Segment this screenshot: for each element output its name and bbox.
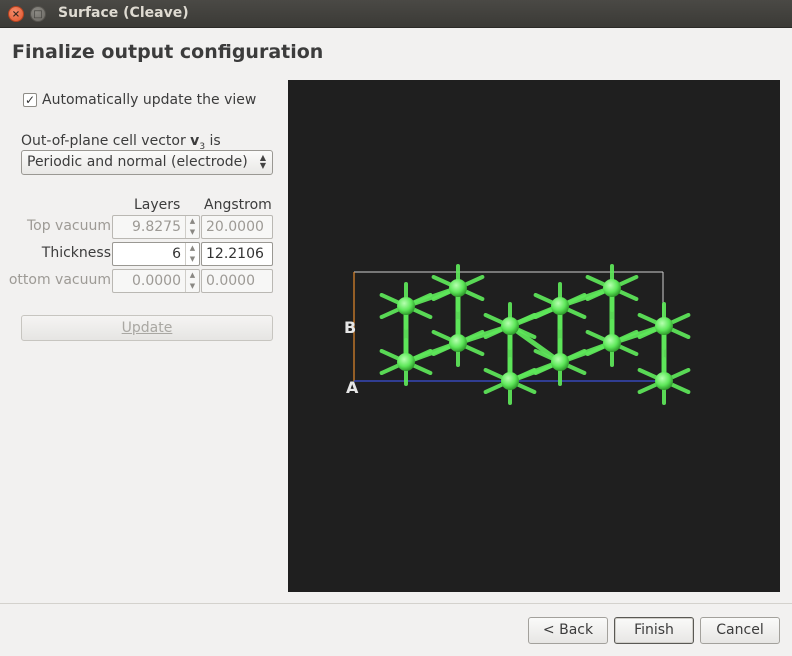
structure-canvas: B A — [288, 80, 780, 592]
top-vacuum-angstrom-field[interactable]: 20.0000 — [201, 215, 273, 239]
atom — [603, 334, 621, 352]
cancel-button-label: Cancel — [716, 622, 764, 638]
vector-label: Out-of-plane cell vector v3 is — [21, 133, 221, 152]
select-arrows-icon: ▲ ▼ — [259, 153, 266, 170]
atom — [655, 317, 673, 335]
atom — [501, 372, 519, 390]
thickness-label-text: Thickness — [41, 245, 111, 261]
finish-button[interactable]: Finish — [614, 617, 694, 644]
bottom-vacuum-layers-field[interactable]: 0.0000 ▲ ▼ — [112, 269, 200, 293]
atom — [655, 372, 673, 390]
angstrom-column-header: Angstrom — [204, 197, 272, 213]
atom — [603, 279, 621, 297]
update-button[interactable]: Update — [21, 315, 273, 341]
update-button-label: Update — [121, 320, 173, 336]
thickness-layers-field[interactable]: 6 ▲ ▼ — [112, 242, 200, 266]
layers-column-header: Layers — [134, 197, 181, 213]
page-title: Finalize output configuration — [12, 41, 324, 63]
thickness-layers-value: 6 — [172, 246, 181, 262]
atom — [449, 279, 467, 297]
atom — [397, 353, 415, 371]
vector-type-value: Periodic and normal (electrode) — [27, 154, 248, 170]
bottom-vacuum-spin-icon[interactable]: ▲ ▼ — [185, 270, 199, 292]
top-vacuum-angstrom-value: 20.0000 — [206, 219, 264, 235]
top-vacuum-layers-value: 9.8275 — [132, 219, 181, 235]
finish-button-label: Finish — [634, 622, 674, 638]
back-button[interactable]: < Back — [528, 617, 608, 644]
thickness-label: Thickness — [0, 245, 111, 261]
thickness-angstrom-field[interactable]: 12.2106 — [201, 242, 273, 266]
atom — [551, 297, 569, 315]
top-vacuum-label: Top vacuum — [0, 218, 111, 234]
atom — [449, 334, 467, 352]
bottom-vacuum-label-text: ottom vacuum — [8, 272, 111, 288]
bottom-vacuum-angstrom-value: 0.0000 — [206, 273, 255, 289]
footer-divider — [0, 603, 792, 604]
auto-update-checkbox[interactable]: ✓ — [23, 93, 37, 107]
atom — [397, 297, 415, 315]
back-button-label: < Back — [542, 622, 594, 638]
title-bar: × □ Surface (Cleave) — [0, 0, 792, 28]
bottom-vacuum-angstrom-field[interactable]: 0.0000 — [201, 269, 273, 293]
structure-viewer[interactable]: B A — [288, 80, 780, 592]
vector-label-suffix: is — [205, 133, 221, 149]
top-vacuum-spin-icon[interactable]: ▲ ▼ — [185, 216, 199, 238]
atom — [551, 353, 569, 371]
top-vacuum-label-text: Top vacuum — [26, 218, 111, 234]
close-icon[interactable]: × — [8, 6, 24, 22]
window-title: Surface (Cleave) — [58, 5, 189, 21]
bottom-vacuum-label: ottom vacuum — [0, 272, 111, 288]
axis-b-label: B — [344, 318, 356, 337]
maximize-icon[interactable]: □ — [30, 6, 46, 22]
bottom-vacuum-layers-value: 0.0000 — [132, 273, 181, 289]
thickness-angstrom-value: 12.2106 — [206, 246, 264, 262]
thickness-spin-icon[interactable]: ▲ ▼ — [185, 243, 199, 265]
atom — [501, 317, 519, 335]
cancel-button[interactable]: Cancel — [700, 617, 780, 644]
axis-a-label: A — [346, 378, 359, 397]
vector-label-prefix: Out-of-plane cell vector — [21, 133, 191, 149]
auto-update-label: Automatically update the view — [42, 92, 257, 108]
vector-type-select[interactable]: Periodic and normal (electrode) ▲ ▼ — [21, 150, 273, 175]
vector-label-v: v — [190, 133, 200, 149]
top-vacuum-layers-field[interactable]: 9.8275 ▲ ▼ — [112, 215, 200, 239]
